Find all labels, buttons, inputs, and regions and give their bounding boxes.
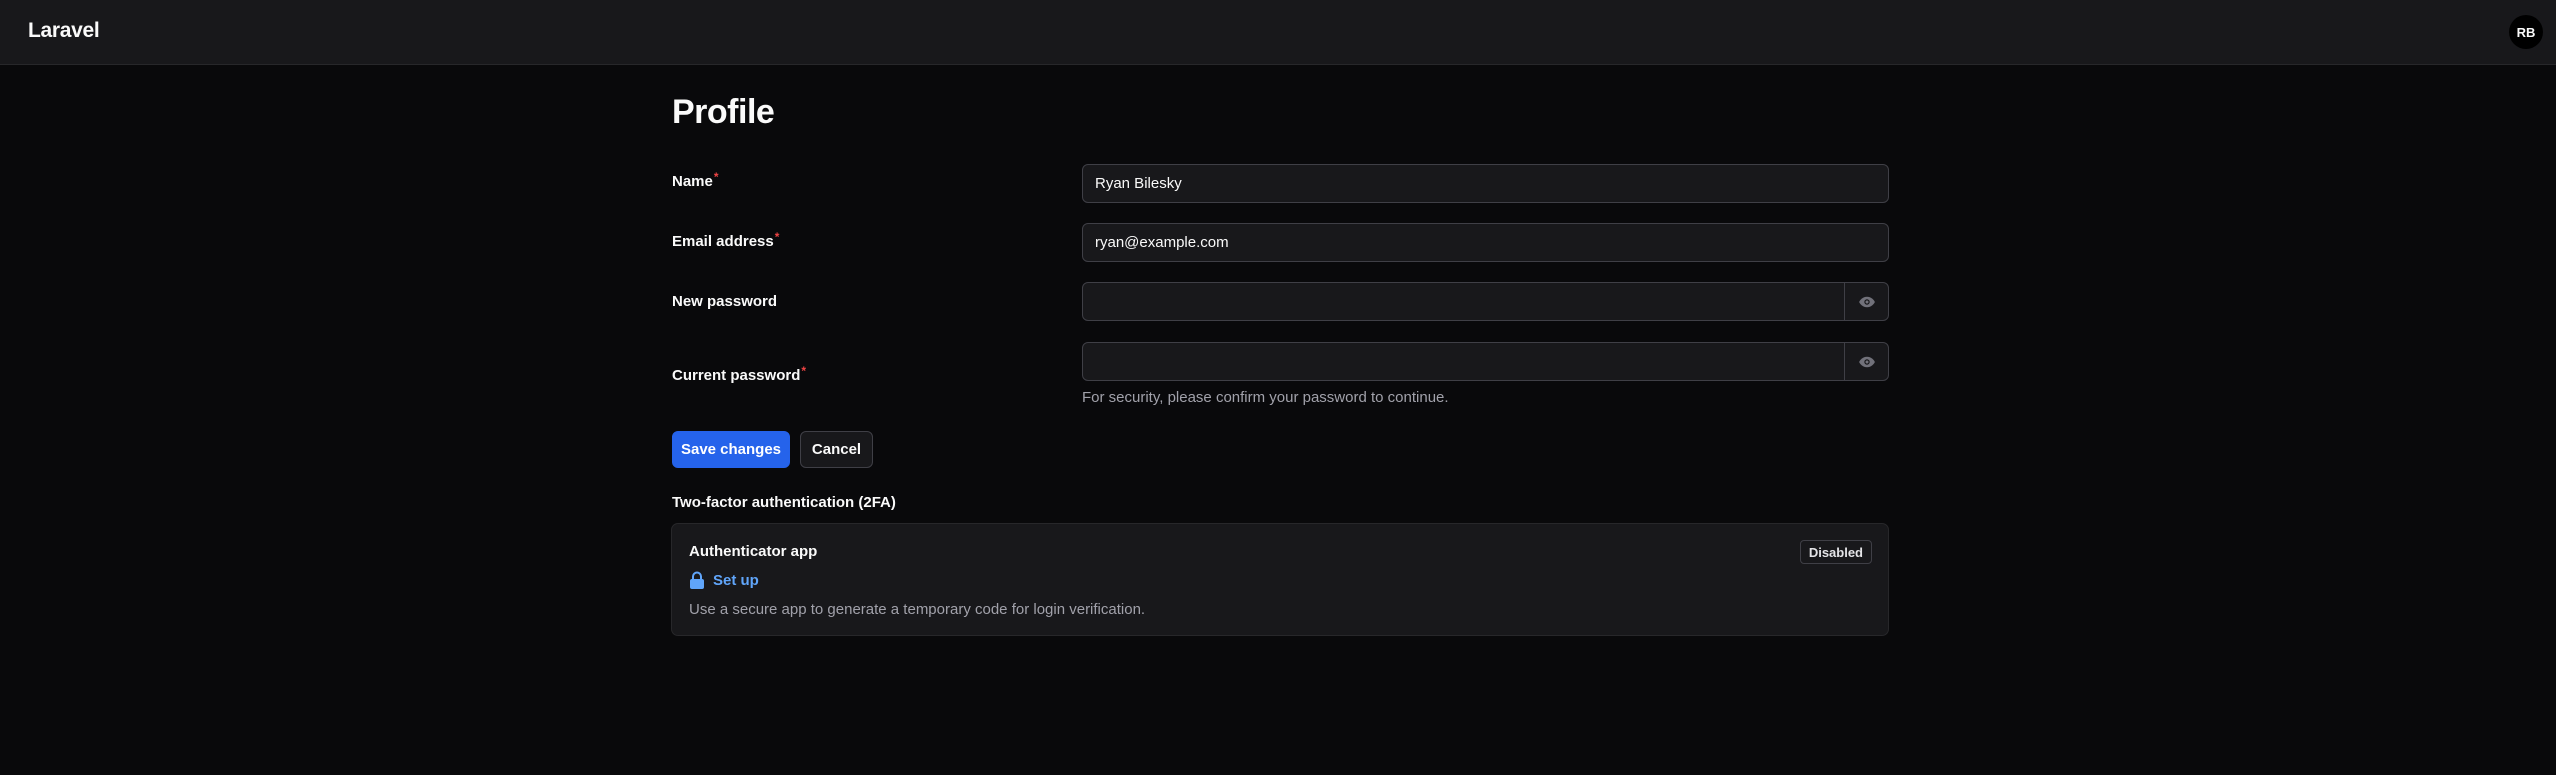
cancel-button[interactable]: Cancel (800, 431, 873, 468)
current-password-label-text: Current password (672, 367, 801, 384)
name-label-text: Name (672, 173, 713, 190)
required-mark: * (801, 364, 807, 378)
authenticator-app-card: Authenticator app Disabled Set up Use a … (671, 523, 1889, 636)
save-changes-button[interactable]: Save changes (672, 431, 790, 468)
two-factor-section-title: Two-factor authentication (2FA) (672, 494, 896, 511)
status-badge: Disabled (1799, 540, 1872, 564)
authenticator-app-title: Authenticator app (689, 543, 818, 560)
email-input[interactable] (1082, 223, 1889, 262)
eye-icon (1858, 356, 1875, 367)
eye-icon (1858, 296, 1875, 307)
name-input[interactable] (1082, 164, 1889, 203)
brand-logo[interactable]: Laravel (28, 19, 100, 43)
lock-icon (690, 571, 704, 589)
name-field-label: Name* (672, 170, 719, 190)
email-label-text: Email address (672, 233, 774, 250)
email-field-label: Email address* (672, 230, 780, 250)
required-mark: * (774, 230, 780, 244)
authenticator-app-description: Use a secure app to generate a temporary… (689, 601, 1146, 618)
new-password-field-label: New password (672, 293, 777, 310)
top-navbar: Laravel RB (0, 0, 2556, 65)
new-password-label-text: New password (672, 293, 778, 310)
user-avatar-button[interactable]: RB (2509, 15, 2543, 49)
current-password-field (1082, 342, 1889, 381)
toggle-new-password-visibility-button[interactable] (1844, 283, 1888, 320)
page-title: Profile (672, 93, 775, 131)
required-mark: * (713, 170, 719, 184)
current-password-hint: For security, please confirm your passwo… (1082, 389, 1449, 406)
toggle-current-password-visibility-button[interactable] (1844, 343, 1888, 380)
current-password-field-label: Current password* (672, 364, 807, 384)
new-password-input[interactable] (1083, 283, 1844, 320)
setup-label: Set up (713, 572, 759, 589)
setup-2fa-link[interactable]: Set up (689, 571, 759, 590)
new-password-field (1082, 282, 1889, 321)
current-password-input[interactable] (1083, 343, 1844, 380)
